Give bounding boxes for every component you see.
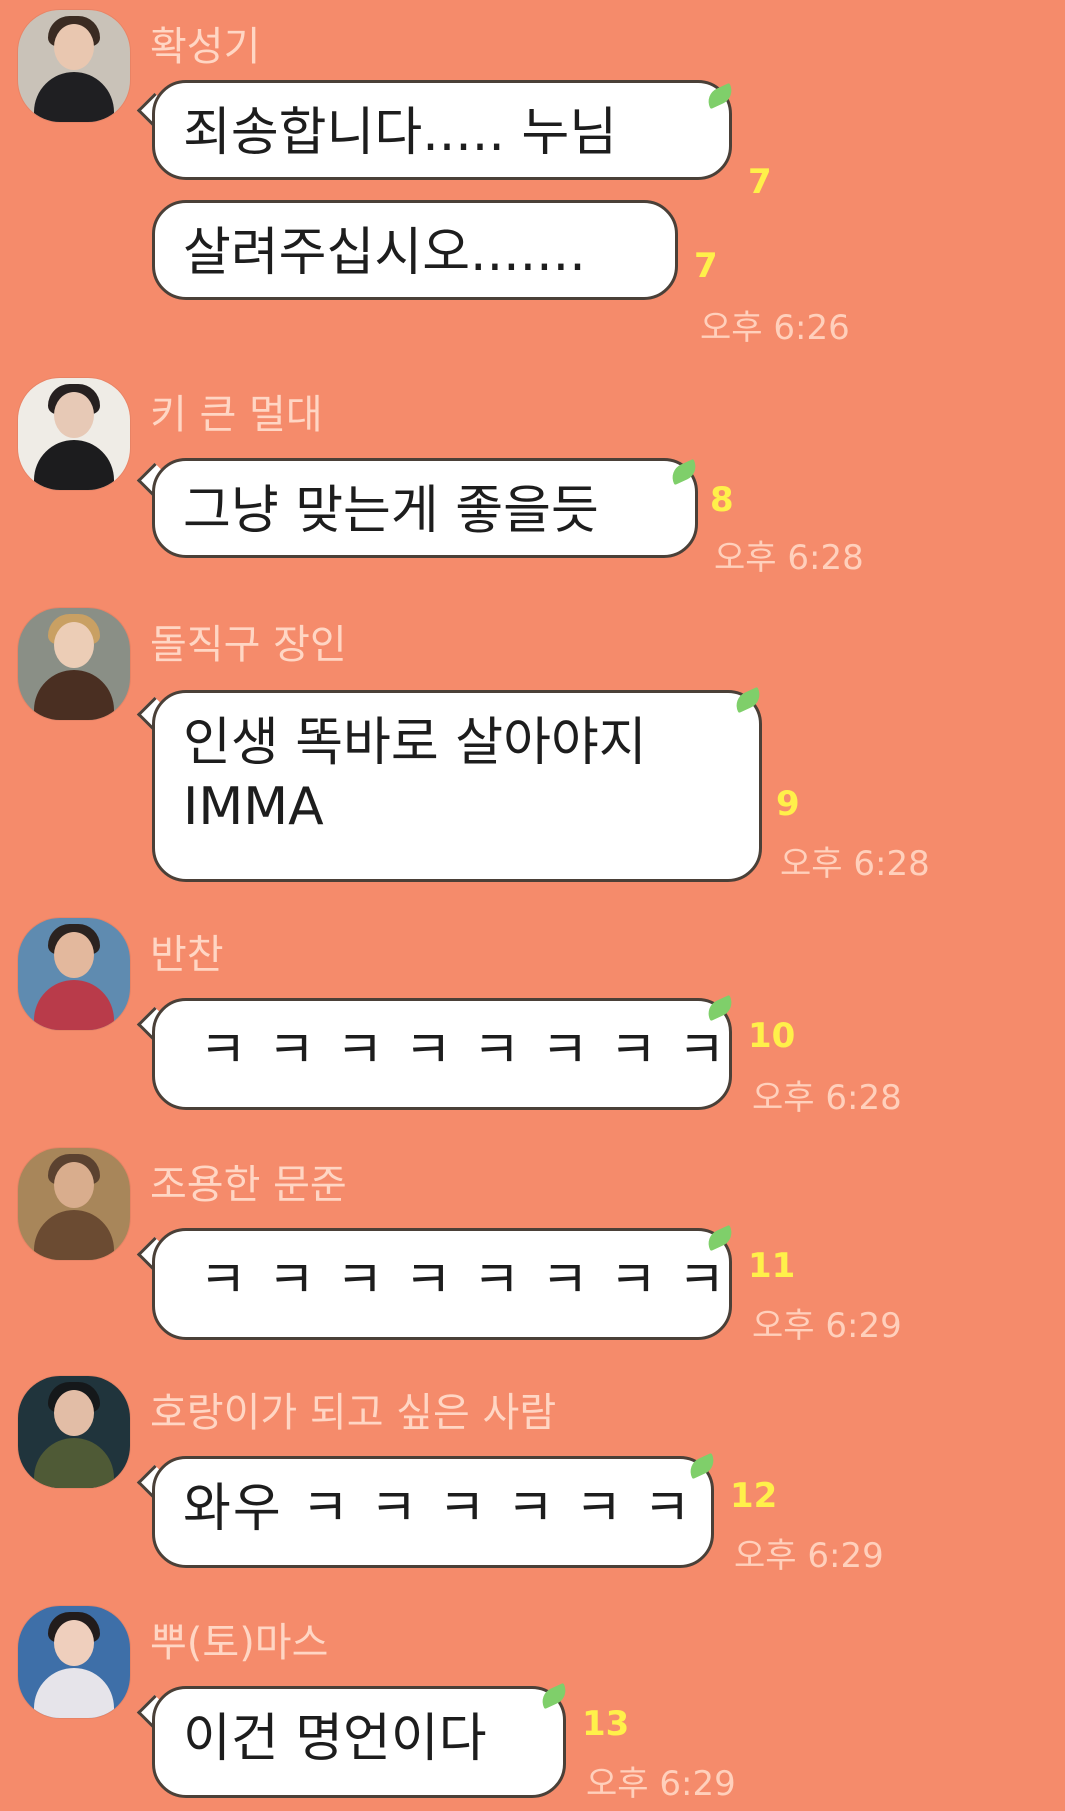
message-time: 오후 6:28 <box>714 538 864 578</box>
message-time: 오후 6:28 <box>752 1078 902 1118</box>
message-bubble[interactable]: 그냥 맞는게 좋을듯 <box>152 458 698 558</box>
message-bubble[interactable]: ㅋ ㅋ ㅋ ㅋ ㅋ ㅋ ㅋ ㅋ <box>152 998 732 1110</box>
avatar[interactable] <box>18 608 130 720</box>
message-time: 오후 6:29 <box>734 1536 884 1576</box>
message-bubble[interactable]: 죄송합니다..... 누님 <box>152 80 732 180</box>
unread-count: 10 <box>748 1016 796 1056</box>
sender-name: 키 큰 멀대 <box>150 392 323 438</box>
sender-name: 뿌(토)마스 <box>150 1620 329 1666</box>
sender-name: 반찬 <box>150 932 224 978</box>
unread-count: 12 <box>730 1476 778 1516</box>
avatar[interactable] <box>18 1376 130 1488</box>
avatar[interactable] <box>18 1148 130 1260</box>
unread-count: 7 <box>694 246 718 286</box>
message-bubble[interactable]: 이건 명언이다 <box>152 1686 566 1798</box>
chat-screen: { "messages": [ {"sender": "확성기", "bubbl… <box>0 0 1065 1811</box>
sender-name: 조용한 문준 <box>150 1162 347 1208</box>
unread-count: 7 <box>748 162 772 202</box>
unread-count: 11 <box>748 1246 796 1286</box>
avatar[interactable] <box>18 918 130 1030</box>
sender-name: 확성기 <box>150 24 261 70</box>
message-bubble[interactable]: ㅋ ㅋ ㅋ ㅋ ㅋ ㅋ ㅋ ㅋ <box>152 1228 732 1340</box>
message-bubble[interactable]: 인생 똑바로 살아야지 IMMA <box>152 690 762 882</box>
sender-name: 돌직구 장인 <box>150 622 347 668</box>
unread-count: 9 <box>776 784 800 824</box>
message-time: 오후 6:29 <box>586 1764 736 1804</box>
avatar[interactable] <box>18 1606 130 1718</box>
message-bubble[interactable]: 와우 ㅋ ㅋ ㅋ ㅋ ㅋ ㅋ <box>152 1456 714 1568</box>
message-time: 오후 6:26 <box>700 308 850 348</box>
message-time: 오후 6:28 <box>780 844 930 884</box>
message-bubble[interactable]: 살려주십시오....... <box>152 200 678 300</box>
avatar[interactable] <box>18 378 130 490</box>
unread-count: 8 <box>710 480 734 520</box>
unread-count: 13 <box>582 1704 630 1744</box>
message-time: 오후 6:29 <box>752 1306 902 1346</box>
sender-name: 호랑이가 되고 싶은 사람 <box>150 1390 557 1436</box>
avatar[interactable] <box>18 10 130 122</box>
